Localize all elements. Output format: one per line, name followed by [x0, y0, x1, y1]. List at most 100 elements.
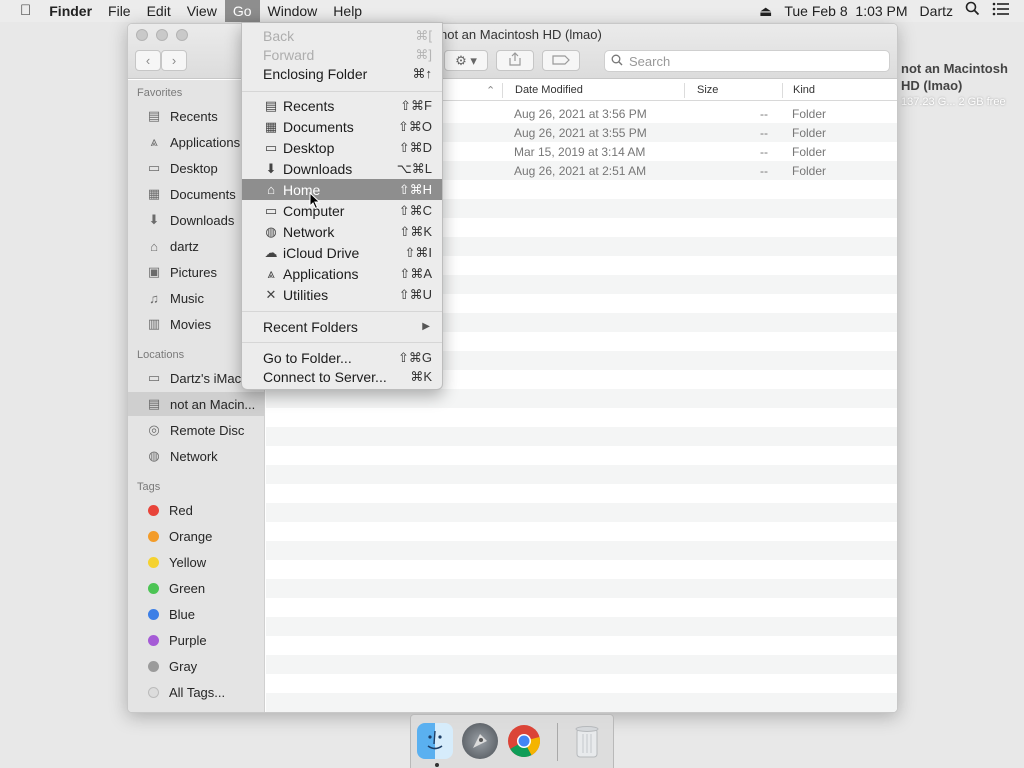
tag-color-dot [148, 660, 159, 672]
menu-item-desktop[interactable]: ▭ Desktop ⇧⌘D [242, 137, 442, 158]
menu-item-go-to-folder[interactable]: Go to Folder... ⇧⌘G [242, 347, 442, 368]
sort-arrow-icon[interactable]: ⌃ [486, 84, 495, 97]
sidebar-tag-5[interactable]: Purple [128, 628, 264, 652]
go-menu: Back ⌘[Forward ⌘] Enclosing Folder ⌘↑ ▤ Recent… [241, 22, 443, 390]
sidebar-item-label: Documents [170, 186, 236, 202]
menu-item-shortcut: ⇧⌘F [400, 97, 432, 113]
menu-item-documents[interactable]: ▦ Documents ⇧⌘O [242, 116, 442, 137]
tag-color-dot [148, 556, 159, 568]
menu-item-enclosing-folder[interactable]: Enclosing Folder ⌘↑ [242, 63, 442, 84]
network-icon: ◍ [265, 223, 277, 239]
tag-color-dot [148, 582, 159, 594]
menu-item-label: Connect to Server... [263, 368, 387, 385]
menu-go[interactable]: Go [224, 0, 260, 22]
zoom-button[interactable] [176, 29, 188, 41]
sidebar-tag-7[interactable]: All Tags... [128, 680, 264, 704]
menu-finder[interactable]: Finder [43, 0, 100, 22]
sidebar-location-2[interactable]: ◎ Remote Disc [128, 418, 264, 442]
favorites-heading: Favorites [137, 87, 183, 99]
minimize-button[interactable] [156, 29, 168, 41]
sidebar-tag-4[interactable]: Blue [128, 602, 264, 626]
spotlight-icon[interactable] [959, 0, 986, 22]
cell-kind: Folder [792, 126, 827, 140]
computer-icon: ▭ [147, 370, 161, 385]
desktop-disk-label[interactable]: not an Macintosh HD (lmao) 137.23 G... 2… [901, 60, 1021, 111]
chrome-icon[interactable] [506, 723, 542, 759]
menu-edit[interactable]: Edit [139, 0, 179, 22]
sidebar-item-label: dartz [170, 238, 199, 254]
user-name[interactable]: Dartz [914, 0, 959, 22]
column-date-modified[interactable]: Date Modified [515, 84, 583, 96]
notification-center-icon[interactable] [986, 0, 1024, 22]
menu-item-label: Enclosing Folder [263, 65, 368, 82]
menu-item-icloud-drive[interactable]: ☁ iCloud Drive ⇧⌘I [242, 242, 442, 263]
share-button[interactable] [496, 50, 534, 71]
sidebar-item-label: Music [170, 290, 204, 306]
cell-kind: Folder [792, 107, 827, 121]
sidebar-tag-3[interactable]: Green [128, 576, 264, 600]
forward-button[interactable]: › [161, 50, 187, 71]
table-row [266, 636, 897, 655]
menu-separator [242, 91, 442, 92]
menu-file[interactable]: File [100, 0, 139, 22]
menu-item-connect-to-server[interactable]: Connect to Server... ⌘K [242, 366, 442, 387]
menu-item-computer[interactable]: ▭ Computer ⇧⌘C [242, 200, 442, 221]
launchpad-icon[interactable] [462, 723, 498, 759]
sidebar-tag-6[interactable]: Gray [128, 654, 264, 678]
close-button[interactable] [136, 29, 148, 41]
menu-item-home[interactable]: ⌂ Home ⇧⌘H [242, 179, 442, 200]
menu-item-recent-folders[interactable]: Recent Folders ▶ [242, 316, 442, 337]
sidebar-location-3[interactable]: ◍ Network [128, 444, 264, 468]
eject-icon[interactable]: ⏏ [753, 0, 778, 22]
trash-icon[interactable] [569, 723, 605, 759]
menu-item-recents[interactable]: ▤ Recents ⇧⌘F [242, 95, 442, 116]
sidebar-item-label: Movies [170, 316, 212, 332]
menu-item-utilities[interactable]: ✕ Utilities ⇧⌘U [242, 284, 442, 305]
back-button[interactable]: ‹ [135, 50, 161, 71]
menu-separator [242, 342, 442, 343]
menu-item-shortcut: ⇧⌘O [397, 118, 432, 134]
sidebar-location-1[interactable]: ▤ not an Macin... [128, 392, 264, 416]
column-kind[interactable]: Kind [793, 84, 815, 96]
menu-item-label: Back [263, 27, 295, 44]
apple-icon[interactable]:  [0, 0, 43, 22]
tag-button[interactable] [542, 50, 580, 71]
desktop-disk-name: not an Macintosh HD (lmao) [901, 61, 1008, 93]
menu-view[interactable]: View [179, 0, 225, 22]
sidebar-item-label: Pictures [170, 264, 217, 280]
menu-item-label: Go to Folder... [263, 349, 352, 366]
tag-color-dot [148, 504, 159, 516]
sidebar-item-label: Gray [169, 658, 198, 674]
downloads-icon: ⬇ [148, 212, 160, 227]
sidebar-item-label: not an Macin... [170, 396, 256, 412]
menu-help[interactable]: Help [325, 0, 370, 22]
applications-icon: ⩓ [267, 265, 275, 281]
running-indicator [435, 763, 439, 767]
sidebar-tag-1[interactable]: Orange [128, 524, 264, 548]
menu-item-shortcut: ⌥⌘L [396, 160, 432, 176]
menu-item-shortcut: ⇧⌘D [398, 139, 432, 155]
search-input[interactable]: Search [604, 50, 890, 72]
menu-item-network[interactable]: ◍ Network ⇧⌘K [242, 221, 442, 242]
locations-heading: Locations [137, 349, 185, 361]
finder-icon[interactable] [417, 723, 453, 759]
sidebar-tag-2[interactable]: Yellow [128, 550, 264, 574]
menu-window[interactable]: Window [260, 0, 326, 22]
sidebar-tag-0[interactable]: Red [128, 498, 264, 522]
menu-item-shortcut: ⌘[ [415, 27, 432, 43]
tags-heading: Tags [137, 481, 161, 493]
menu-item-applications[interactable]: ⩓ Applications ⇧⌘A [242, 263, 442, 284]
submenu-arrow-icon: ▶ [422, 321, 430, 332]
menu-item-shortcut: ⇧⌘A [399, 265, 432, 281]
sidebar-item-label: All Tags... [169, 684, 226, 700]
menu-item-shortcut: ⇧⌘K [399, 223, 432, 239]
menu-item-downloads[interactable]: ⬇ Downloads ⌥⌘L [242, 158, 442, 179]
table-row [266, 674, 897, 693]
table-row [266, 541, 897, 560]
menu-item-label: Desktop [283, 139, 335, 156]
menu-separator [242, 311, 442, 312]
column-size[interactable]: Size [697, 84, 718, 96]
action-button[interactable]: ⚙ ▾ [444, 50, 488, 71]
sidebar-item-label: Dartz's iMac [170, 370, 242, 386]
clock[interactable]: Tue Feb 8 1:03 PM [778, 0, 913, 22]
